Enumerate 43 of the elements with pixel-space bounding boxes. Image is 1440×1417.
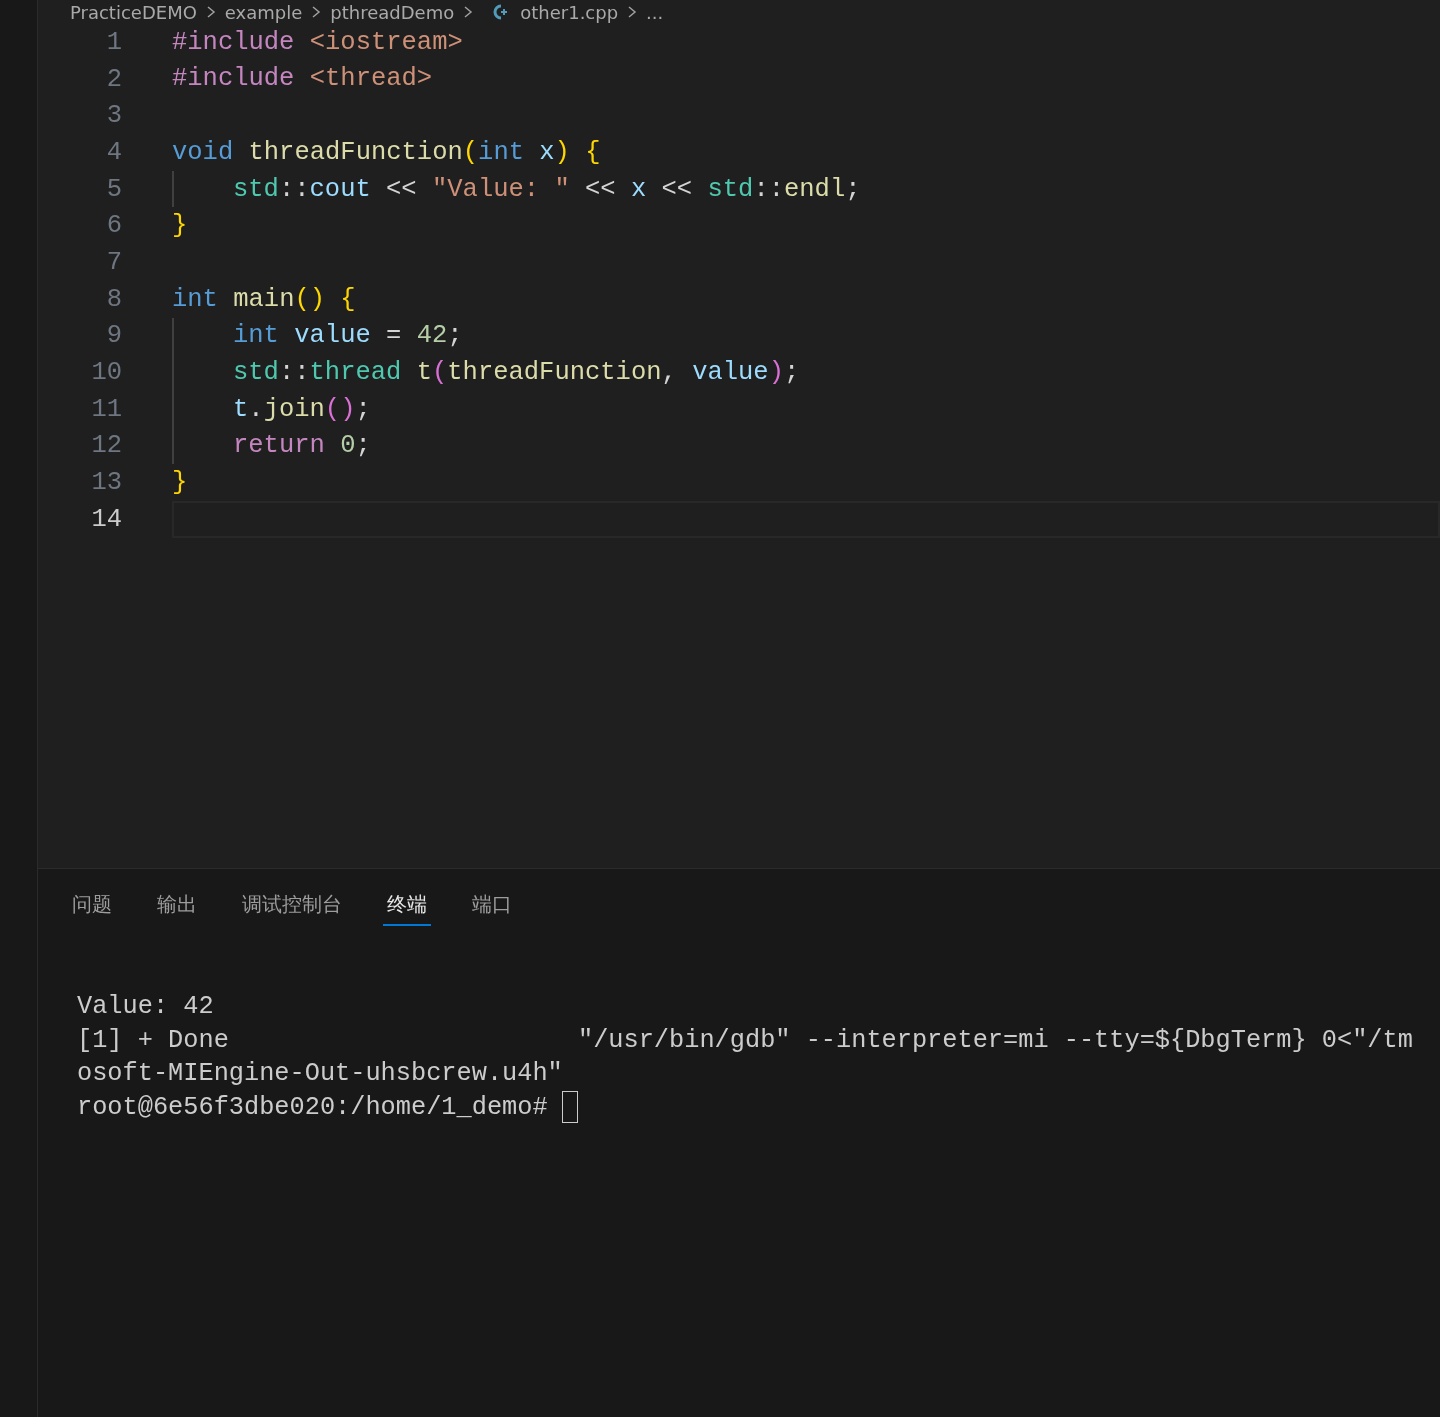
line-number: 7 — [105, 247, 122, 277]
code-line: return 0; — [233, 430, 371, 463]
chevron-icon — [462, 4, 475, 20]
code-line: std::thread t(threadFunction, value); — [233, 356, 800, 389]
line-number: 3 — [105, 101, 122, 131]
code-line: int value = 42; — [233, 320, 463, 353]
line-number: 6 — [105, 211, 122, 241]
line-number: 11 — [90, 394, 122, 424]
terminal-line: Value: 42 — [77, 991, 215, 1023]
chevron-icon — [310, 4, 323, 20]
panel-tab[interactable]: 输出 — [153, 889, 201, 926]
code-line: } — [172, 210, 188, 243]
panel-tab[interactable]: 问题 — [68, 889, 116, 926]
line-number: 2 — [105, 64, 122, 94]
breadcrumb-item[interactable]: ... — [646, 1, 664, 23]
code-line: #include <iostream> — [172, 26, 463, 59]
code-line: std::cout << "Value: " << x << std::endl; — [233, 173, 861, 206]
code-line: int main() { — [172, 283, 356, 316]
breadcrumb-item[interactable]: PracticeDEMO — [70, 1, 197, 23]
panel-tab[interactable]: 端口 — [468, 889, 516, 926]
terminal-line: osoft-MIEngine-Out-uhsbcrew.u4h" — [77, 1058, 564, 1090]
line-number: 4 — [105, 137, 122, 167]
terminal-cursor — [561, 1091, 578, 1124]
line-number: 8 — [105, 284, 122, 314]
code-line: void threadFunction(int x) { — [172, 136, 601, 169]
code-line: } — [172, 467, 188, 499]
code-line: #include <thread> — [172, 63, 433, 96]
breadcrumb-item[interactable]: pthreadDemo — [330, 1, 455, 23]
line-number: 10 — [90, 358, 122, 388]
line-number: 5 — [105, 174, 122, 204]
panel-tab[interactable]: 终端 — [383, 889, 431, 926]
line-number: 1 — [105, 27, 122, 57]
line-number: 14 — [90, 504, 122, 534]
chevron-icon — [626, 4, 639, 20]
breadcrumb-item[interactable]: other1.cpp — [520, 1, 619, 23]
terminal-prompt: root@6e56f3dbe020:/home/1_demo# — [77, 1091, 548, 1124]
line-number: 12 — [90, 431, 122, 461]
terminal-line: [1] + Done "/usr/bin/gdb" --interpreter=mi --tty=${DbgTerm} 0<"/tm — [77, 1024, 1414, 1057]
line-number: 13 — [90, 468, 122, 498]
breadcrumb-item[interactable]: example — [224, 1, 303, 23]
panel-tab[interactable]: 调试控制台 — [238, 889, 346, 926]
code-line: t.join(); — [233, 393, 371, 426]
line-number: 9 — [105, 321, 122, 351]
